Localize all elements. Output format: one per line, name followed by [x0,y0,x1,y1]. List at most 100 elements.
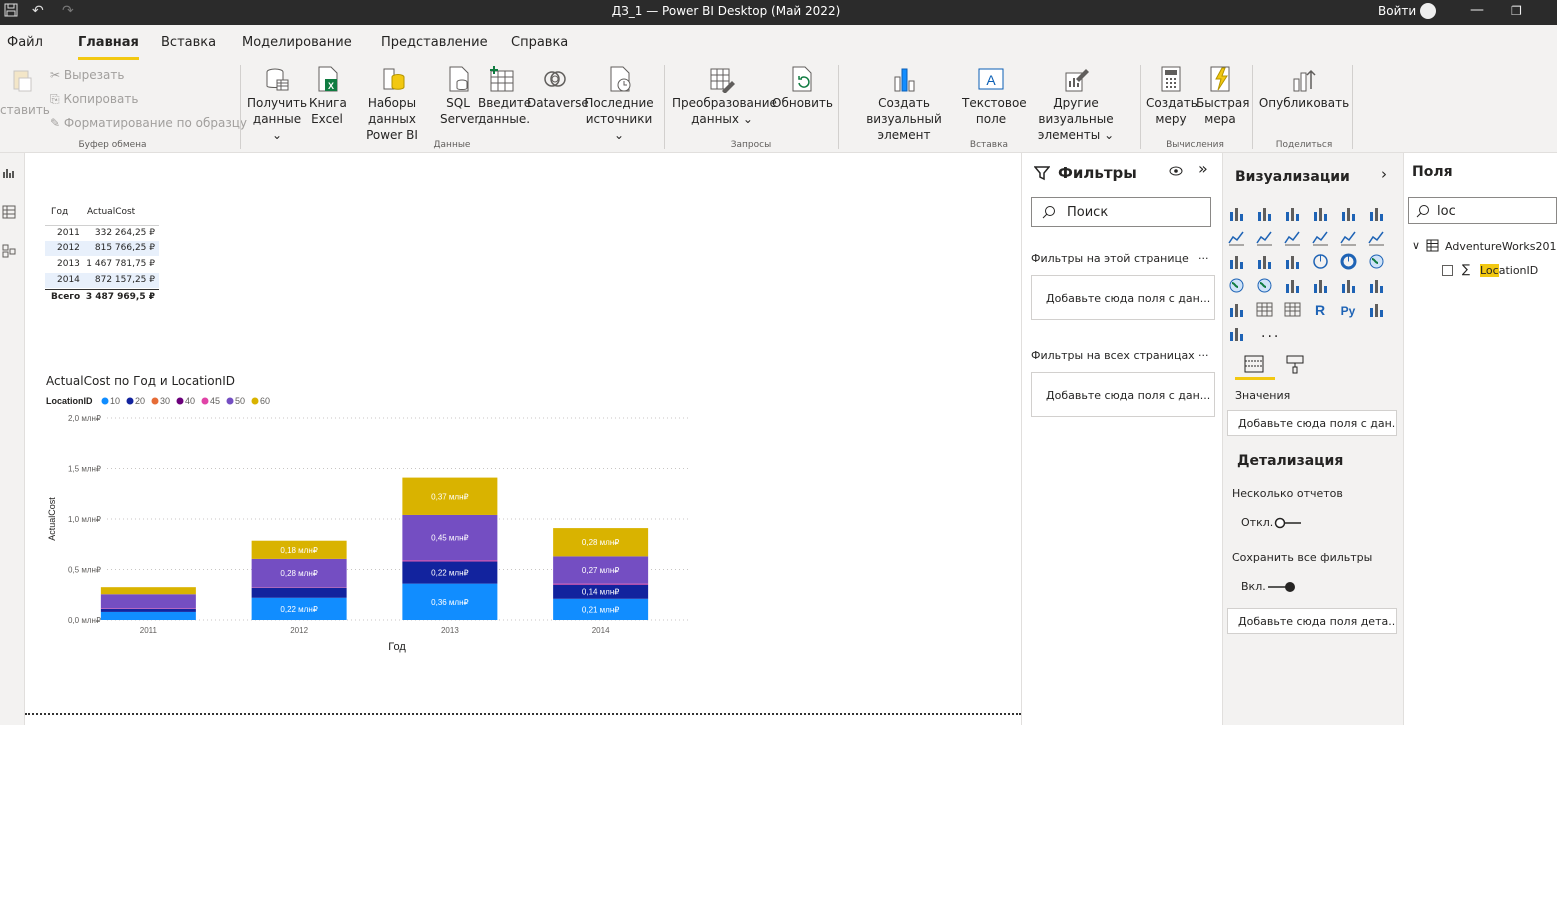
table-icon [1426,239,1439,252]
line-clustered-icon[interactable] [1340,229,1357,246]
restore-icon[interactable]: ❐ [1511,4,1522,18]
more-options-icon[interactable]: ... [1198,346,1209,359]
donut-icon[interactable] [1340,253,1357,270]
cross-report-toggle[interactable] [1273,516,1303,530]
model-view-icon[interactable] [2,244,16,258]
all-filter-drop-zone[interactable]: Добавьте сюда поля с дан... [1031,372,1215,417]
y-axis-label: ActualCost [47,497,57,541]
field-checkbox[interactable] [1442,265,1453,276]
stacked-bar-icon[interactable] [1228,205,1245,222]
python-visual-icon[interactable]: Py [1340,301,1357,318]
filters-search-input[interactable]: Поиск [1031,197,1211,227]
x-tick-label: 2014 [592,626,610,635]
avatar[interactable] [1420,3,1436,19]
map-icon[interactable] [1228,277,1245,294]
fields-search-input[interactable]: loc [1408,197,1557,224]
card-icon[interactable] [1312,277,1329,294]
chevron-down-icon[interactable]: ∨ [1412,239,1420,252]
multirow-card-icon[interactable] [1340,277,1357,294]
keep-filters-toggle[interactable] [1266,580,1296,594]
page-filter-drop-zone[interactable]: Добавьте сюда поля с дан... [1031,275,1215,320]
refresh-icon [792,66,812,92]
fields-well-icon[interactable] [1243,353,1265,375]
active-tab-indicator [1235,377,1275,380]
format-painter-button[interactable]: ✎ Форматирование по образцу [50,116,247,130]
data-view-icon[interactable] [2,205,16,219]
more-visuals-ellipsis[interactable]: ... [1261,325,1280,341]
search-highlight: Loc [1480,264,1499,277]
new-visual-button[interactable]: Создать визуальный элемент [846,61,962,143]
matrix-icon[interactable] [1284,301,1301,318]
drillthrough-drop-zone[interactable]: Добавьте сюда поля дета... [1227,608,1397,634]
dataverse-button[interactable]: Dataverse [527,61,589,111]
area-chart-icon[interactable] [1256,229,1273,246]
r-visual-icon[interactable]: R [1312,301,1329,318]
enter-data-button[interactable]: Введите данные. [478,61,531,127]
powerbi-datasets-button[interactable]: Наборы данных Power BI [346,61,438,143]
keep-filters-state: Вкл. [1241,580,1266,593]
smart-narrative-icon[interactable] [1228,325,1245,342]
decomposition-tree-icon[interactable] [1368,301,1385,318]
recent-sources-button[interactable]: Последние источники ⌄ [584,61,654,143]
line-chart-icon[interactable] [1228,229,1245,246]
sql-server-button[interactable]: SQL Server [440,61,479,127]
menu-file[interactable]: Файл [7,35,43,50]
minimize-icon[interactable]: — [1470,2,1484,18]
kpi-icon[interactable] [1368,277,1385,294]
textbox-button[interactable]: A Текстовое поле [962,61,1027,127]
gauge-icon[interactable] [1284,277,1301,294]
table-name[interactable]: AdventureWorks2019 [1445,240,1557,253]
menu-modeling[interactable]: Моделирование [242,35,352,50]
legend-marker [126,397,134,405]
chart-title: ActualCost по Год и LocationID [46,374,236,388]
table-icon[interactable] [1256,301,1273,318]
menu-help[interactable]: Справка [511,35,568,50]
report-view-icon[interactable] [2,166,16,180]
refresh-button[interactable]: Обновить [772,61,833,111]
paste-button[interactable]: ставить [0,61,50,118]
publish-button[interactable]: Опубликовать [1258,61,1350,111]
chevron-right-icon[interactable]: › [1381,165,1387,183]
search-icon [1416,205,1429,218]
excel-workbook-button[interactable]: X Книга Excel [309,61,347,127]
more-options-icon[interactable]: ... [1198,249,1209,262]
menu-home[interactable]: Главная [78,35,139,60]
cut-button[interactable]: ✂ Вырезать [50,68,124,82]
drillthrough-title: Детализация [1237,453,1344,469]
clustered-bar-icon[interactable] [1284,205,1301,222]
treemap-icon[interactable] [1368,253,1385,270]
line-column-icon[interactable] [1312,229,1329,246]
sign-in-link[interactable]: Войти [1378,4,1416,18]
quick-measure-button[interactable]: Быстрая мера [1196,61,1249,127]
quick-measure-icon [1210,66,1230,92]
ribbon-chart-icon[interactable] [1368,229,1385,246]
data-label: 0,21 млн₽ [582,605,619,614]
copy-button[interactable]: ⎘ Копировать [50,92,138,107]
new-measure-button[interactable]: Создать меру [1146,61,1198,127]
ribbon-separator [1352,65,1353,149]
report-canvas[interactable]: Год ActualCost 2011 332 264,25 ₽ 2012 81… [25,153,1021,713]
menu-view[interactable]: Представление [381,35,488,50]
pie-icon[interactable] [1312,253,1329,270]
format-paint-icon[interactable] [1284,353,1306,375]
eye-icon[interactable] [1168,163,1184,179]
stacked-column-icon[interactable] [1256,205,1273,222]
scatter-icon[interactable] [1284,253,1301,270]
field-locationid[interactable]: LocationID [1480,264,1538,277]
waterfall-icon[interactable] [1228,253,1245,270]
collapse-filters-icon[interactable]: » [1198,159,1208,178]
values-drop-zone[interactable]: Добавьте сюда поля с дан... [1227,410,1397,436]
filled-map-icon[interactable] [1256,277,1273,294]
transform-data-button[interactable]: Преобразование данных ⌄ [672,61,777,127]
clustered-column-icon[interactable] [1312,205,1329,222]
more-visuals-button[interactable]: Другие визуальные элементы ⌄ [1020,61,1132,143]
100-column-icon[interactable] [1368,205,1385,222]
slicer-icon[interactable] [1228,301,1245,318]
100-bar-icon[interactable] [1340,205,1357,222]
table-visual[interactable]: Год ActualCost 2011 332 264,25 ₽ 2012 81… [45,207,163,307]
get-data-button[interactable]: Получить данные ⌄ [247,61,307,143]
funnel-icon[interactable] [1256,253,1273,270]
stacked-area-icon[interactable] [1284,229,1301,246]
menu-insert[interactable]: Вставка [161,35,216,50]
stacked-column-chart[interactable]: ActualCost по Год и LocationID LocationI… [45,371,715,661]
